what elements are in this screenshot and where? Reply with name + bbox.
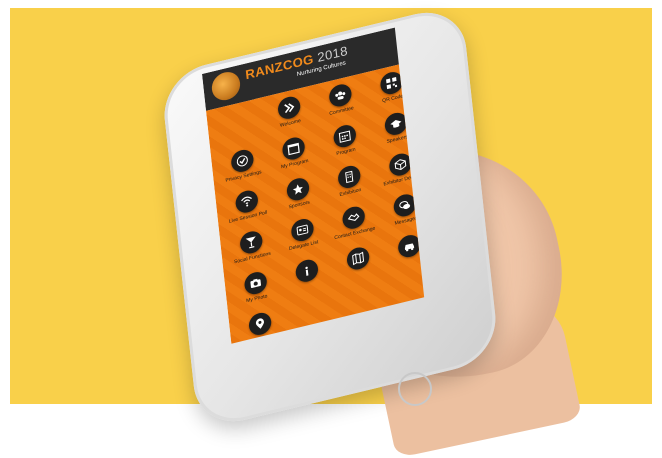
menu-tile-label: Exhibition <box>339 187 362 199</box>
car-icon <box>396 232 422 260</box>
menu-tile-label: My Photo <box>245 293 268 305</box>
info-icon <box>294 257 319 285</box>
map-icon <box>345 245 370 272</box>
check-icon <box>229 147 255 175</box>
graduation-cap-icon <box>383 110 408 138</box>
menu-tile-label: Messages <box>394 215 418 227</box>
cube-icon <box>387 151 413 179</box>
phone-screen: RANZCOG 2018 Nurturing Cultures Welcome C… <box>202 27 425 344</box>
menu-tile-label: Committee <box>329 105 355 117</box>
menu-tile-label: QR Code <box>381 93 404 105</box>
menu-tile-label: Welcome <box>279 117 302 129</box>
app-menu-grid: Welcome Committee QR Code Privacy Settings M… <box>206 59 425 344</box>
star-icon <box>285 176 310 203</box>
handshake-icon <box>340 204 366 232</box>
camera-icon <box>242 269 268 297</box>
chat-icon <box>392 192 417 219</box>
id-card-icon <box>289 216 315 244</box>
cocktail-icon <box>238 229 263 256</box>
menu-tile-label: Delegate List <box>288 239 319 253</box>
calendar-grid-icon <box>332 122 357 150</box>
home-button[interactable] <box>398 372 432 406</box>
menu-tile-label: My Program <box>280 157 309 171</box>
qr-code-icon <box>378 69 404 97</box>
building-icon <box>336 163 361 191</box>
conference-logo-icon <box>210 69 242 104</box>
location-pin-icon <box>247 310 272 338</box>
group-icon <box>327 82 353 109</box>
chevrons-icon <box>276 94 301 122</box>
wifi-icon <box>234 188 259 216</box>
menu-tile-label: Program <box>336 146 356 158</box>
calendar-icon <box>280 135 306 162</box>
menu-tile-label: Speakers <box>386 134 409 145</box>
menu-tile-label: Sponsors <box>288 199 311 211</box>
